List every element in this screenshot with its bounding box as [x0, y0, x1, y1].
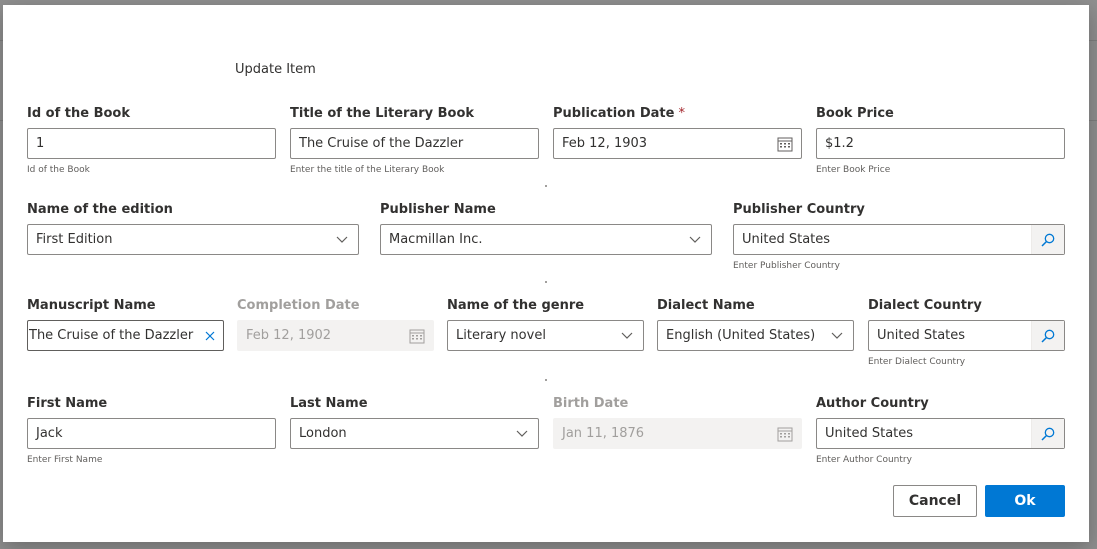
- manuscript-name-field: Manuscript Name The Cruise of the Dazzle…: [27, 297, 224, 377]
- publication-date-picker[interactable]: Feb 12, 1903: [553, 128, 802, 159]
- clear-icon[interactable]: [197, 321, 223, 350]
- book-price-value: $1.2: [825, 136, 854, 151]
- dialect-country-field: Dialect Country United States Enter Dial…: [868, 297, 1065, 377]
- author-country-value: United States: [825, 426, 914, 441]
- first-name-input[interactable]: Jack: [27, 418, 276, 449]
- completion-date-field: Completion Date Feb 12, 1902: [237, 297, 434, 377]
- last-name-value: London: [299, 426, 347, 441]
- edition-name-label: Name of the edition: [27, 202, 173, 217]
- publisher-name-dropdown[interactable]: Macmillan Inc.: [380, 224, 712, 255]
- dialect-name-label: Dialect Name: [657, 298, 755, 313]
- book-id-hint: Id of the Book: [27, 165, 90, 175]
- completion-date-value: Feb 12, 1902: [246, 328, 332, 343]
- book-title-hint: Enter the title of the Literary Book: [290, 165, 445, 175]
- search-icon[interactable]: [1031, 321, 1064, 350]
- book-title-input[interactable]: The Cruise of the Dazzler: [290, 128, 539, 159]
- book-title-label: Title of the Literary Book: [290, 106, 475, 121]
- first-name-label: First Name: [27, 396, 108, 411]
- search-icon[interactable]: [1031, 225, 1064, 254]
- publisher-country-field: Publisher Country United States Enter Pu…: [733, 201, 1065, 281]
- chevron-down-icon: [506, 419, 538, 448]
- publisher-name-label: Publisher Name: [380, 202, 496, 217]
- last-name-label: Last Name: [290, 396, 368, 411]
- publication-date-value: Feb 12, 1903: [562, 136, 648, 151]
- calendar-icon: [401, 321, 433, 350]
- birth-date-picker: Jan 11, 1876: [553, 418, 802, 449]
- publisher-name-field: Publisher Name Macmillan Inc.: [380, 201, 712, 281]
- calendar-icon: [769, 419, 801, 448]
- birth-date-field: Birth Date Jan 11, 1876: [553, 395, 802, 475]
- birth-date-value: Jan 11, 1876: [562, 426, 645, 441]
- book-price-input[interactable]: $1.2: [816, 128, 1065, 159]
- calendar-icon[interactable]: [769, 129, 801, 158]
- book-id-input[interactable]: 1: [27, 128, 276, 159]
- last-name-dropdown[interactable]: London: [290, 418, 539, 449]
- manuscript-name-input[interactable]: The Cruise of the Dazzler: [27, 320, 224, 351]
- dialect-name-dropdown[interactable]: English (United States): [657, 320, 854, 351]
- publisher-country-label: Publisher Country: [733, 202, 865, 217]
- genre-name-value: Literary novel: [456, 328, 546, 343]
- genre-name-label: Name of the genre: [447, 298, 585, 313]
- edition-name-value: First Edition: [36, 232, 113, 247]
- first-name-field: First Name Jack Enter First Name: [27, 395, 276, 475]
- manuscript-name-value: The Cruise of the Dazzler: [29, 328, 194, 343]
- author-country-label: Author Country: [816, 396, 929, 411]
- publisher-name-value: Macmillan Inc.: [389, 232, 483, 247]
- book-id-field: Id of the Book 1 Id of the Book: [27, 105, 276, 185]
- genre-name-field: Name of the genre Literary novel: [447, 297, 644, 377]
- dialect-country-label: Dialect Country: [868, 298, 982, 313]
- author-country-hint: Enter Author Country: [816, 455, 912, 465]
- edition-name-dropdown[interactable]: First Edition: [27, 224, 359, 255]
- author-country-field: Author Country United States Enter Autho…: [816, 395, 1065, 475]
- book-price-label: Book Price: [816, 106, 894, 121]
- dialog-title: Update Item: [235, 62, 316, 77]
- book-title-field: Title of the Literary Book The Cruise of…: [290, 105, 539, 185]
- update-item-dialog: Update Item Id of the Book 1 Id of the B…: [3, 5, 1089, 542]
- chevron-down-icon: [679, 225, 711, 254]
- publisher-country-value: United States: [742, 232, 831, 247]
- book-price-field: Book Price $1.2 Enter Book Price: [816, 105, 1065, 185]
- completion-date-picker: Feb 12, 1902: [237, 320, 434, 351]
- publication-date-label-text: Publication Date: [553, 106, 675, 121]
- ok-button[interactable]: Ok: [985, 485, 1065, 517]
- book-id-label: Id of the Book: [27, 106, 131, 121]
- book-title-value: The Cruise of the Dazzler: [299, 136, 464, 151]
- chevron-down-icon: [611, 321, 643, 350]
- dialect-name-field: Dialect Name English (United States): [657, 297, 854, 377]
- chevron-down-icon: [326, 225, 358, 254]
- edition-name-field: Name of the edition First Edition: [27, 201, 359, 281]
- dialect-country-value: United States: [877, 328, 966, 343]
- genre-name-dropdown[interactable]: Literary novel: [447, 320, 644, 351]
- completion-date-label: Completion Date: [237, 298, 360, 313]
- dialect-country-lookup[interactable]: United States: [868, 320, 1065, 351]
- book-id-value: 1: [36, 136, 45, 151]
- required-mark: *: [678, 106, 685, 121]
- manuscript-name-label: Manuscript Name: [27, 298, 156, 313]
- publisher-country-lookup[interactable]: United States: [733, 224, 1065, 255]
- separator-dot: [545, 281, 547, 283]
- first-name-hint: Enter First Name: [27, 455, 103, 465]
- publisher-country-hint: Enter Publisher Country: [733, 261, 840, 271]
- publication-date-field: Publication Date * Feb 12, 1903: [553, 105, 802, 185]
- cancel-button[interactable]: Cancel: [893, 485, 977, 517]
- separator-dot: [545, 379, 547, 381]
- first-name-value: Jack: [36, 426, 63, 441]
- dialect-country-hint: Enter Dialect Country: [868, 357, 966, 367]
- search-icon[interactable]: [1031, 419, 1064, 448]
- book-price-hint: Enter Book Price: [816, 165, 891, 175]
- publication-date-label: Publication Date *: [553, 105, 802, 123]
- birth-date-label: Birth Date: [553, 396, 629, 411]
- last-name-field: Last Name London: [290, 395, 539, 475]
- dialect-name-value: English (United States): [666, 328, 816, 343]
- chevron-down-icon: [821, 321, 853, 350]
- author-country-lookup[interactable]: United States: [816, 418, 1065, 449]
- separator-dot: [545, 185, 547, 187]
